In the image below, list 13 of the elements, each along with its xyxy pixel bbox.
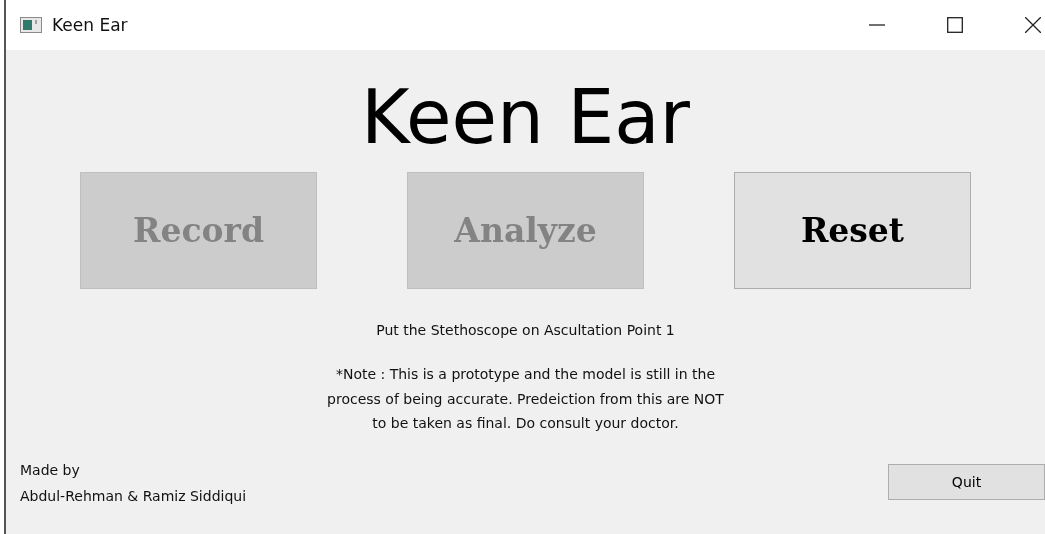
app-icon xyxy=(20,17,42,33)
maximize-icon[interactable] xyxy=(947,17,963,33)
quit-button[interactable]: Quit xyxy=(888,463,1045,500)
note-text: *Note : This is a prototype and the model is still in the xyxy=(335,365,716,384)
action-button[interactable]: Reset xyxy=(734,172,971,289)
credits-text: Made by xyxy=(20,460,81,480)
app-heading: Keen Ear xyxy=(361,80,690,154)
instruction-text: Put the Stethoscope on Ascultation Point 1 xyxy=(376,322,675,338)
note-text: process of being accurate. Predeiction from this are NOT xyxy=(327,389,724,409)
window-title: Keen Ear xyxy=(52,15,128,35)
close-icon[interactable] xyxy=(1025,17,1041,33)
note-text: to be taken as final. Do consult your doctor. xyxy=(372,414,679,433)
credits-text: Abdul-Rehman & Ramiz Siddiqui xyxy=(20,486,247,506)
